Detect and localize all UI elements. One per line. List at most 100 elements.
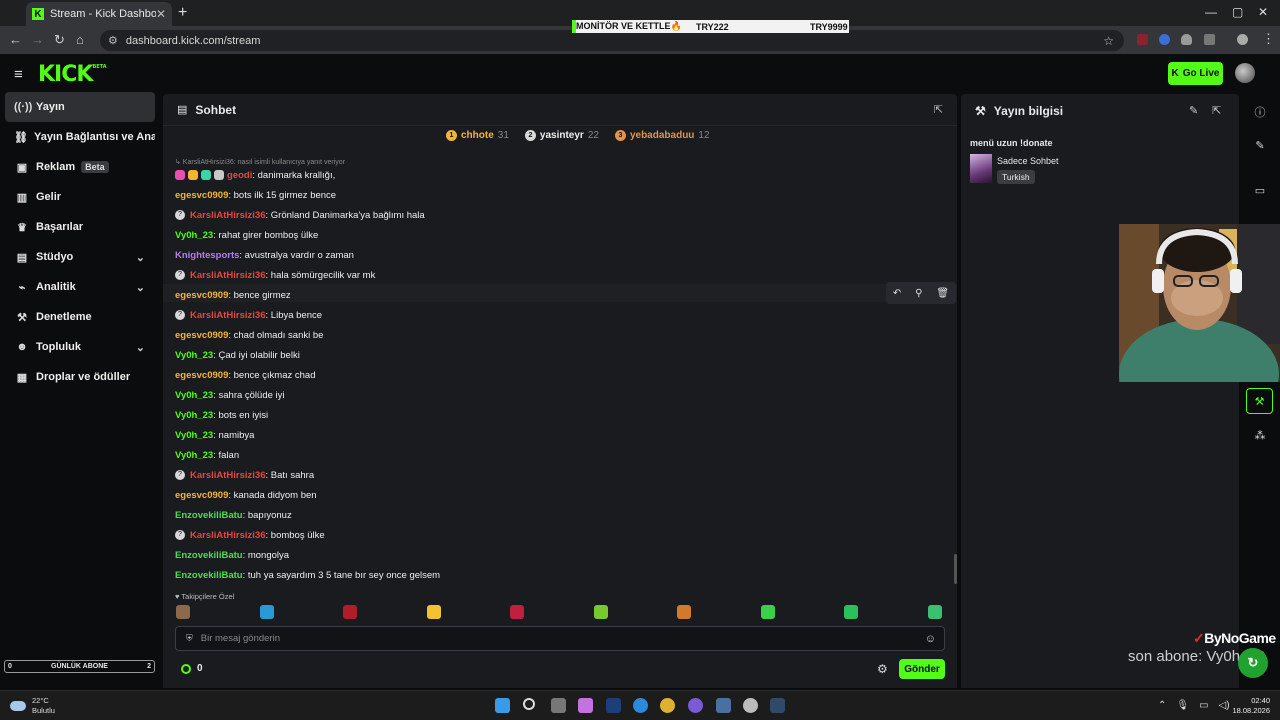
sidebar-item-droplar[interactable]: ▦ Droplar ve ödüller: [5, 362, 155, 392]
chat-username[interactable]: egesvc0909: [175, 370, 228, 381]
menu-hamburger-icon[interactable]: ≡: [14, 66, 23, 83]
start-windows-icon[interactable]: [495, 698, 510, 713]
copilot-icon[interactable]: [578, 698, 593, 713]
emote-icon[interactable]: [259, 605, 274, 619]
chat-username[interactable]: KarsliAtHirsizi36: [190, 310, 266, 321]
chat-username[interactable]: EnzovekiliBatu: [175, 550, 243, 561]
chat-input[interactable]: [200, 633, 901, 644]
sidebar-item-analitik[interactable]: ⌁ Analitik ⌄: [5, 272, 155, 302]
chrome-icon[interactable]: [660, 698, 675, 713]
window-close-icon[interactable]: ✕: [1258, 5, 1268, 19]
user-avatar[interactable]: [1235, 63, 1255, 83]
emote-icon[interactable]: [844, 605, 858, 619]
home-icon[interactable]: ⌂: [76, 32, 84, 47]
chat-settings-gear-icon[interactable]: ⚙: [877, 662, 888, 676]
chat-username[interactable]: KarsliAtHirsizi36: [190, 470, 266, 481]
emote-icon[interactable]: [677, 605, 691, 619]
chat-username[interactable]: Vy0h_23: [175, 230, 213, 241]
steam-icon[interactable]: [770, 698, 785, 713]
app-icon[interactable]: [716, 698, 731, 713]
extension-icon[interactable]: [1137, 34, 1148, 45]
back-icon[interactable]: ←: [9, 32, 22, 47]
edge-icon[interactable]: [633, 698, 648, 713]
chat-username[interactable]: EnzovekiliBatu: [175, 570, 243, 581]
info-icon[interactable]: ⓘ: [1251, 104, 1269, 120]
chat-username[interactable]: Vy0h_23: [175, 410, 213, 421]
extension-icon[interactable]: [1159, 34, 1170, 45]
sidebar-item-denetleme[interactable]: ⚒ Denetleme: [5, 302, 155, 332]
obs-icon[interactable]: [743, 698, 758, 713]
photoshop-icon[interactable]: [606, 698, 621, 713]
extensions-puzzle-icon[interactable]: [1204, 34, 1215, 45]
emote-icon[interactable]: [176, 605, 190, 619]
emote-icon[interactable]: [343, 605, 357, 619]
profile-icon[interactable]: [1237, 34, 1248, 45]
emote-icon[interactable]: [593, 605, 608, 619]
send-button[interactable]: Gönder: [899, 659, 945, 679]
sidebar-item-gelir[interactable]: ▥ Gelir: [5, 182, 155, 212]
sidebar-item-topluluk[interactable]: ☻ Topluluk ⌄: [5, 332, 155, 362]
stream-info-toggle-wrench-icon[interactable]: ⚒: [1246, 388, 1273, 414]
chat-username[interactable]: Vy0h_23: [175, 450, 213, 461]
tab-close-icon[interactable]: ✕: [156, 7, 166, 21]
chat-username[interactable]: egesvc0909: [175, 290, 228, 301]
chat-username[interactable]: KarsliAtHirsizi36: [190, 270, 266, 281]
layout-icon[interactable]: ▭: [1251, 184, 1269, 197]
gifter-chip[interactable]: 2 yasinteyr 22: [524, 130, 599, 141]
sidebar-item-basarilar[interactable]: ♛ Başarılar: [5, 212, 155, 242]
browser-menu-icon[interactable]: ⋮: [1262, 31, 1275, 47]
sidebar-item-reklam[interactable]: ▣ Reklam Beta: [5, 152, 155, 182]
url-bar[interactable]: ⚙ dashboard.kick.com/stream ☆: [100, 30, 1124, 51]
trash-icon[interactable]: 🗑: [936, 288, 949, 299]
search-icon[interactable]: [523, 698, 535, 710]
forward-icon[interactable]: →: [31, 32, 44, 47]
emoji-picker-icon[interactable]: ☺: [925, 633, 936, 645]
sidebar-item-yayin[interactable]: ((·)) Yayın: [5, 92, 155, 122]
go-live-button[interactable]: K Go Live: [1168, 62, 1223, 85]
volume-icon[interactable]: ◁): [1219, 700, 1230, 711]
popout-icon[interactable]: ⇱: [1212, 104, 1221, 117]
maximize-icon[interactable]: ▢: [1232, 5, 1243, 19]
chat-username[interactable]: KarsliAtHirsizi36: [190, 530, 266, 541]
task-view-icon[interactable]: [551, 698, 566, 713]
channel-points[interactable]: 0: [181, 663, 203, 674]
popout-icon[interactable]: ⇱: [934, 103, 943, 116]
pin-icon[interactable]: ⚲: [915, 288, 922, 299]
apps-icon[interactable]: ⁂: [1251, 429, 1269, 442]
edit-pencil-icon[interactable]: ✎: [1189, 104, 1198, 117]
chat-username[interactable]: Knightesports: [175, 250, 239, 261]
browser-tab[interactable]: K Stream - Kick Dashboard ✕: [26, 2, 172, 26]
site-info-icon[interactable]: ⚙: [108, 34, 118, 47]
chat-username[interactable]: Vy0h_23: [175, 430, 213, 441]
shield-extension-icon[interactable]: [1181, 34, 1192, 45]
chat-scrollbar[interactable]: [954, 554, 957, 584]
chat-username[interactable]: KarsliAtHirsizi36: [190, 210, 266, 221]
weather-widget[interactable]: 22°C Bulutlu: [10, 696, 55, 716]
chat-username[interactable]: EnzovekiliBatu: [175, 510, 243, 521]
chat-username[interactable]: Vy0h_23: [175, 350, 213, 361]
mic-icon[interactable]: 🎙: [1176, 700, 1189, 711]
gifter-chip[interactable]: 1 chhote 31: [446, 130, 509, 141]
bookmark-star-icon[interactable]: ☆: [1103, 34, 1114, 48]
gifter-chip[interactable]: 3 yebadabaduu 12: [614, 130, 710, 141]
new-tab-icon[interactable]: +: [178, 4, 187, 22]
kick-logo[interactable]: KICKBETA: [38, 62, 107, 87]
sidebar-item-stream-key[interactable]: ⛓ Yayın Bağlantısı ve Anahtarı: [5, 122, 155, 152]
chat-username[interactable]: egesvc0909: [175, 330, 228, 341]
emote-icon[interactable]: [510, 605, 524, 619]
chat-username[interactable]: egesvc0909: [175, 490, 228, 501]
emote-icon[interactable]: [426, 605, 441, 619]
chevron-up-icon[interactable]: ⌃: [1158, 700, 1166, 711]
clock[interactable]: 02:40 18.08.2026: [1232, 696, 1270, 716]
chat-username[interactable]: Vy0h_23: [175, 390, 213, 401]
discord-icon[interactable]: [688, 698, 703, 713]
emote-icon[interactable]: [927, 605, 942, 619]
reload-icon[interactable]: ↻: [54, 32, 65, 48]
reply-icon[interactable]: ↶: [893, 288, 901, 299]
emote-icon[interactable]: [760, 605, 775, 619]
sidebar-item-studyo[interactable]: ▤ Stüdyo ⌄: [5, 242, 155, 272]
minimize-icon[interactable]: —: [1205, 5, 1217, 19]
chat-username[interactable]: egesvc0909: [175, 190, 228, 201]
chat-username[interactable]: geodi: [227, 170, 252, 181]
edit-icon[interactable]: ✎: [1251, 139, 1269, 152]
